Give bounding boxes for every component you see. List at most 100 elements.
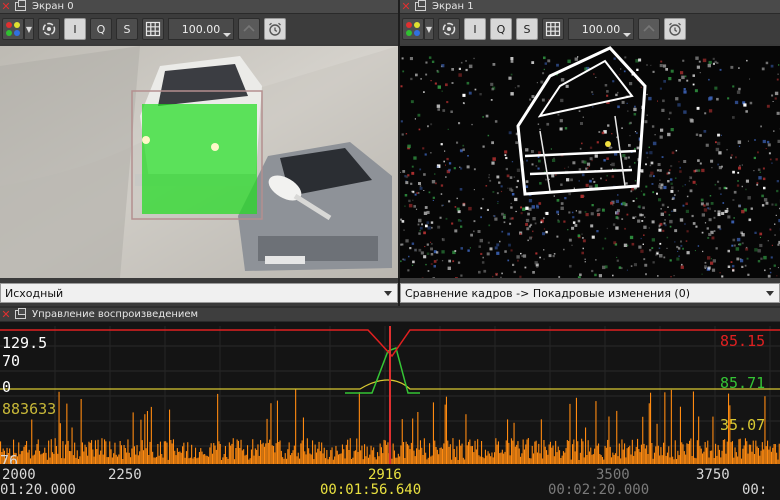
- app-window: ✕ Экран 0 ▼ I Q S 100.00 Исходный ✕ Экра…: [0, 0, 780, 500]
- screen-0-titlebar: ✕ Экран 0: [0, 0, 398, 14]
- green-series-value: 85.71: [720, 374, 765, 392]
- activity-bar: [569, 403, 571, 468]
- activity-bar: [664, 392, 666, 468]
- frame-tick-label: 3500: [596, 467, 630, 483]
- color-channels-dropdown[interactable]: ▼: [24, 18, 34, 40]
- sync-icon: [42, 22, 56, 36]
- frame-tick-label: 2000: [2, 467, 36, 483]
- timeline-ruler[interactable]: 2000 2250 2916 3500 3750 01:20.000 00:01…: [0, 464, 780, 500]
- timer-button[interactable]: [264, 18, 286, 40]
- yellow-series-value: 35.07: [720, 416, 765, 434]
- left-scale-value: 883633: [2, 400, 56, 418]
- screen-0-mode-select[interactable]: Исходный: [0, 283, 398, 303]
- frame-tick-label: 3750: [696, 467, 730, 483]
- grid-icon: [145, 21, 161, 37]
- close-icon[interactable]: ✕: [0, 0, 12, 13]
- activity-bar: [670, 389, 672, 468]
- activity-bar: [140, 419, 142, 468]
- activity-bar: [66, 403, 68, 468]
- screen-0-toolbar: ▼ I Q S 100.00: [0, 14, 398, 44]
- quality-q-button[interactable]: Q: [90, 18, 112, 40]
- activity-bar: [650, 392, 652, 468]
- sync-button[interactable]: [38, 18, 60, 40]
- activity-bar: [266, 418, 268, 468]
- activity-bar: [31, 419, 33, 468]
- float-window-icon[interactable]: [415, 0, 426, 11]
- float-window-icon[interactable]: [15, 308, 26, 319]
- close-icon[interactable]: ✕: [0, 308, 12, 321]
- screen-1-titlebar: ✕ Экран 1: [400, 0, 780, 14]
- grid-button[interactable]: [142, 18, 164, 40]
- activity-bar: [412, 418, 414, 468]
- activity-bar: [585, 427, 587, 468]
- left-scale-value: 0: [2, 378, 11, 396]
- activity-bar: [432, 402, 434, 468]
- chevron-down-icon: [766, 291, 774, 296]
- color-channels-dropdown[interactable]: ▼: [424, 18, 434, 40]
- info-i-button[interactable]: I: [64, 18, 86, 40]
- color-channels-button[interactable]: [402, 18, 424, 40]
- screen-0-title: Экран 0: [32, 1, 74, 12]
- arrow-up-icon: [643, 24, 655, 32]
- playback-title: Управление воспроизведением: [32, 309, 199, 320]
- color-channels-button[interactable]: [2, 18, 24, 40]
- activity-bar: [698, 416, 700, 468]
- quality-q-button[interactable]: Q: [490, 18, 512, 40]
- activity-bar: [648, 403, 650, 468]
- red-series-value: 85.15: [720, 332, 765, 350]
- camera-frame-image: [0, 46, 398, 278]
- activity-bar: [465, 414, 467, 468]
- activity-bar: [217, 393, 219, 468]
- screen-1-mode-select[interactable]: Сравнение кадров -> Покадровые изменения…: [400, 283, 780, 303]
- settings-s-button[interactable]: S: [516, 18, 538, 40]
- time-tick-label: 00:02:20.000: [548, 482, 650, 498]
- activity-bar: [144, 414, 146, 468]
- close-icon[interactable]: ✕: [400, 0, 412, 13]
- time-tick-label: 01:20.000: [0, 482, 76, 498]
- activity-bar: [150, 406, 152, 468]
- screen-1-toolbar: ▼ I Q S 100.00: [400, 14, 780, 44]
- settings-s-button[interactable]: S: [116, 18, 138, 40]
- left-scale-value: 129.5: [2, 334, 47, 352]
- sync-icon: [442, 22, 456, 36]
- activity-bar: [513, 422, 515, 468]
- timer-button[interactable]: [664, 18, 686, 40]
- activity-bar: [270, 403, 272, 468]
- playback-titlebar: ✕ Управление воспроизведением: [0, 308, 780, 322]
- activity-bar: [146, 411, 148, 468]
- frame-tick-label: 2250: [108, 467, 142, 483]
- zoom-select[interactable]: 100.00: [568, 18, 634, 40]
- screen-1-mode-value: Сравнение кадров -> Покадровые изменения…: [405, 286, 691, 300]
- activity-bar: [80, 399, 82, 468]
- screen-0-panel: ✕ Экран 0 ▼ I Q S 100.00 Исходный: [0, 0, 398, 306]
- left-scale-value: 70: [2, 352, 20, 370]
- signal-graph[interactable]: 129.57008836337685.1585.7135.07: [0, 322, 780, 472]
- activity-bar: [71, 427, 73, 468]
- frame-difference-image: [400, 46, 780, 278]
- activity-bar: [642, 416, 644, 468]
- activity-bar: [540, 419, 542, 468]
- chevron-down-icon: [384, 291, 392, 296]
- activity-bar: [608, 416, 610, 468]
- grid-button[interactable]: [542, 18, 564, 40]
- fit-button[interactable]: [238, 18, 260, 40]
- zoom-select[interactable]: 100.00: [168, 18, 234, 40]
- fit-button[interactable]: [638, 18, 660, 40]
- rgb-channels-icon: [406, 22, 420, 36]
- screen-1-video-view[interactable]: [400, 46, 780, 278]
- activity-bar: [169, 409, 171, 468]
- screen-0-mode-value: Исходный: [5, 286, 64, 300]
- activity-bar: [656, 423, 658, 468]
- car-outline-highlight: [516, 46, 647, 196]
- screen-0-video-view[interactable]: [0, 46, 398, 278]
- info-i-button[interactable]: I: [464, 18, 486, 40]
- activity-bar: [444, 404, 446, 468]
- float-window-icon[interactable]: [15, 0, 26, 11]
- rgb-channels-icon: [6, 22, 20, 36]
- time-tick-label: 00:: [742, 482, 768, 498]
- activity-bar: [358, 392, 360, 468]
- screen-1-panel: ✕ Экран 1 ▼ I Q S 100.00 Сравнение кадро…: [400, 0, 780, 306]
- sync-button[interactable]: [438, 18, 460, 40]
- activity-bar: [729, 405, 731, 468]
- activity-bar: [712, 416, 714, 468]
